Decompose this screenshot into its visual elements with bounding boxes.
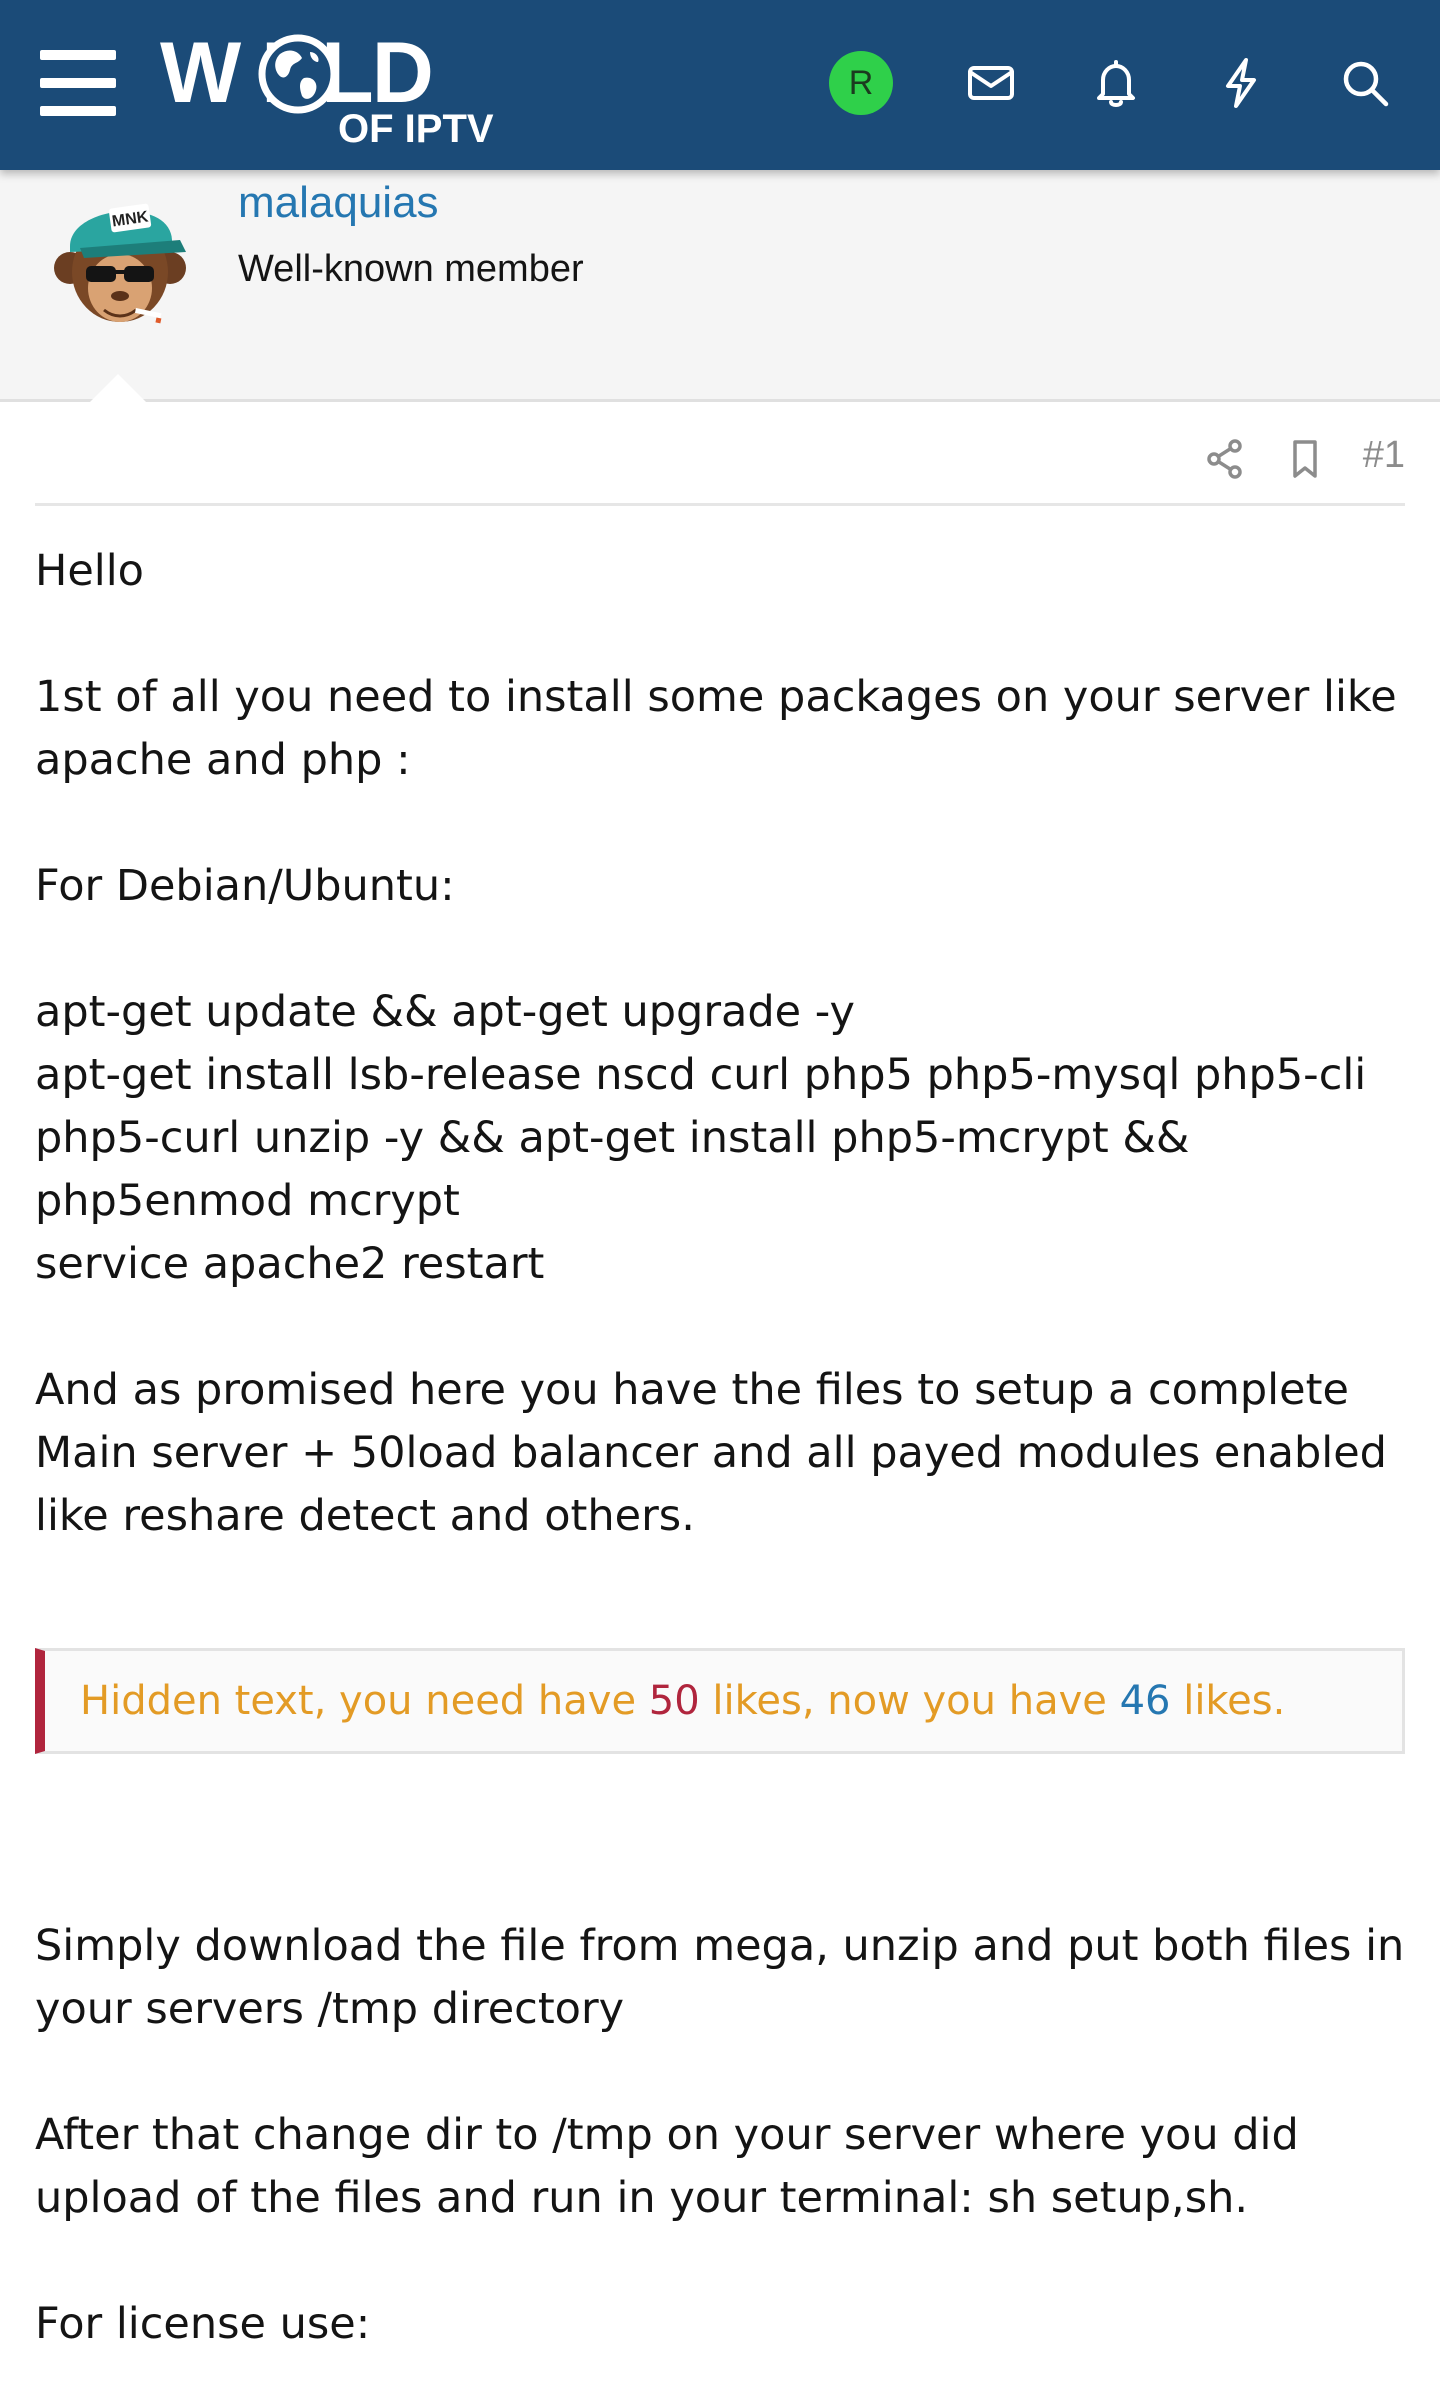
post-number-link[interactable]: #1: [1363, 434, 1405, 477]
member-username[interactable]: malaquias: [238, 178, 439, 228]
envelope-icon[interactable]: [958, 50, 1024, 116]
user-avatar[interactable]: R: [829, 51, 893, 115]
required-likes-count: 50: [648, 1678, 700, 1724]
menu-icon[interactable]: [40, 50, 116, 116]
post-paragraph: For license use:: [35, 2299, 371, 2349]
post-message: Hello 1st of all you need to install som…: [35, 540, 1415, 1548]
search-icon[interactable]: [1332, 50, 1398, 116]
post-author-block: MNK malaquias Well-known member: [0, 170, 1440, 404]
share-icon[interactable]: [1200, 434, 1250, 484]
current-likes-count: 46: [1119, 1678, 1171, 1724]
post-paragraph: Hello: [35, 546, 144, 596]
post-paragraph: For Debian/Ubuntu:: [35, 861, 455, 911]
hidden-notice-suffix: likes.: [1170, 1678, 1286, 1724]
post-command-block: apt-get update && apt-get upgrade -y apt…: [35, 987, 1367, 1289]
hidden-notice-middle: likes, now you have: [699, 1678, 1120, 1724]
post-paragraph: 1st of all you need to install some pack…: [35, 672, 1411, 785]
site-logo[interactable]: W RLD OF IPTV: [160, 28, 520, 151]
post-paragraph: After that change dir to /tmp on your se…: [35, 2110, 1313, 2223]
hidden-content-notice: Hidden text, you need have 50 likes, now…: [35, 1648, 1405, 1754]
bookmark-icon[interactable]: [1280, 434, 1330, 484]
globe-icon: [258, 34, 338, 114]
message-pointer: [88, 374, 148, 404]
bell-icon[interactable]: [1083, 50, 1149, 116]
post-paragraph: And as promised here you have the files …: [35, 1365, 1401, 1541]
hidden-notice-prefix: Hidden text, you need have: [80, 1678, 649, 1724]
logo-text-of-iptv: OF IPTV: [338, 107, 494, 151]
member-title: Well-known member: [238, 248, 584, 290]
top-navigation-bar: W RLD OF IPTV R: [0, 0, 1440, 170]
post-actions-bar: #1: [35, 410, 1405, 506]
bolt-icon[interactable]: [1208, 50, 1274, 116]
post-message-continued: Simply download the file from mega, unzi…: [35, 1915, 1415, 2356]
post-paragraph: Simply download the file from mega, unzi…: [35, 1921, 1418, 2034]
member-avatar[interactable]: MNK: [40, 176, 200, 336]
